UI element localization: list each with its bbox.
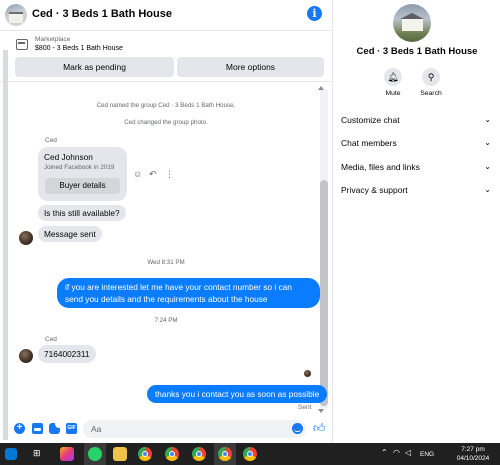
chrome-icon[interactable] — [192, 447, 206, 461]
chrome-icon[interactable] — [243, 447, 257, 461]
system-message: Ced changed the group photo. — [124, 119, 208, 126]
sender-name: Ced — [45, 336, 57, 343]
chevron-down-icon: ⌄ — [484, 115, 491, 124]
section-label: Chat members — [341, 138, 397, 148]
scroll-up-arrow-icon[interactable] — [318, 86, 324, 90]
chat-window: Ced · 3 Beds 1 Bath House i Marketplace … — [0, 0, 332, 443]
chevron-down-icon: ⌄ — [484, 162, 491, 171]
emoji-icon[interactable] — [292, 423, 303, 434]
buyer-details-button[interactable]: Buyer details — [45, 178, 120, 194]
scroll-down-arrow-icon[interactable] — [318, 409, 324, 413]
chat-title[interactable]: Ced · 3 Beds 1 Bath House — [32, 8, 172, 20]
chevron-down-icon: ⌄ — [484, 138, 491, 147]
info-icon[interactable]: i — [307, 6, 322, 21]
section-customize-chat[interactable]: Customize chat ⌄ — [341, 115, 491, 131]
sender-avatar[interactable] — [19, 231, 33, 245]
marketplace-icon — [16, 39, 28, 50]
clock-time: 7:27 pm — [461, 446, 485, 453]
thumbs-up-icon[interactable]: 👍︎ — [313, 421, 326, 436]
mark-as-pending-button[interactable]: Mark as pending — [15, 57, 174, 77]
chrome-icon[interactable] — [165, 447, 179, 461]
windows-taskbar: ⊞ ⌃ ◠ ◁ ENG — [0, 443, 500, 465]
reply-icon[interactable]: ↶ — [149, 169, 157, 180]
language-indicator[interactable]: ENG — [420, 451, 434, 458]
message-bubble-incoming[interactable]: 7164002311 — [38, 345, 96, 363]
section-label: Media, files and links — [341, 162, 420, 172]
chevron-down-icon: ⌄ — [484, 185, 491, 194]
section-media-files-links[interactable]: Media, files and links ⌄ — [341, 162, 491, 178]
chrome-icon[interactable] — [218, 447, 232, 461]
wifi-icon[interactable]: ◠ — [393, 448, 400, 457]
group-photo[interactable] — [393, 4, 431, 42]
timestamp: Wed 8:31 PM — [147, 259, 185, 266]
marketplace-label: Marketplace — [35, 36, 71, 43]
chrome-icon[interactable] — [138, 447, 152, 461]
task-view-icon[interactable]: ⊞ — [33, 448, 41, 459]
sender-avatar[interactable] — [19, 349, 33, 363]
react-emoji-icon[interactable]: ☺ — [133, 169, 142, 179]
chevron-up-icon[interactable]: ⌃ — [381, 448, 388, 457]
whatsapp-icon[interactable] — [88, 447, 102, 461]
section-privacy-support[interactable]: Privacy & support ⌄ — [341, 185, 491, 201]
plus-icon[interactable]: + — [14, 423, 25, 434]
volume-icon[interactable]: ◁ — [405, 448, 411, 457]
message-status: Sent — [298, 404, 312, 411]
chat-header: Ced · 3 Beds 1 Bath House i — [0, 0, 332, 31]
buyer-joined: Joined Facebook in 2019 — [44, 164, 115, 171]
buyer-profile-card: Ced Johnson Joined Facebook in 2019 Buye… — [38, 147, 127, 201]
system-message: Ced named the group Ced · 3 Beds 1 Bath … — [96, 102, 236, 109]
file-explorer-icon[interactable] — [113, 447, 127, 461]
clock-date: 04/10/2024 — [456, 455, 490, 462]
group-avatar[interactable] — [5, 4, 27, 26]
conversation-info-panel: Ced · 3 Beds 1 Bath House 🔔︎ Mute ⚲ Sear… — [332, 0, 500, 443]
timestamp: 7:24 PM — [154, 317, 178, 324]
app-icon[interactable] — [60, 447, 74, 461]
mute-label[interactable]: Mute — [373, 90, 413, 97]
section-label: Customize chat — [341, 115, 400, 125]
message-bubble-outgoing[interactable]: thanks you i contact you as soon as poss… — [147, 385, 328, 403]
more-actions-icon[interactable]: ⋮ — [165, 169, 174, 180]
section-chat-members[interactable]: Chat members ⌄ — [341, 138, 491, 154]
section-label: Privacy & support — [341, 185, 408, 195]
search-label[interactable]: Search — [411, 90, 451, 97]
marketplace-bar: Marketplace $800 - 3 Beds 1 Bath House M… — [0, 31, 332, 82]
more-options-button[interactable]: More options — [177, 57, 324, 77]
composer-bar: + GIF Aa 👍︎ — [0, 417, 332, 443]
message-input[interactable]: Aa — [83, 420, 306, 438]
photo-icon[interactable] — [32, 423, 43, 434]
bell-icon[interactable]: 🔔︎ — [384, 68, 402, 86]
sender-name: Ced — [45, 137, 57, 144]
sticker-icon[interactable] — [49, 423, 60, 434]
message-bubble-incoming[interactable]: Message sent — [38, 226, 102, 242]
taskbar-clock[interactable]: 7:27 pm 04/10/2024 — [453, 445, 493, 463]
start-icon[interactable] — [5, 448, 17, 460]
message-bubble-outgoing[interactable]: if you are interested let me have your c… — [57, 278, 320, 308]
panel-title: Ced · 3 Beds 1 Bath House — [356, 46, 478, 57]
read-receipt-avatar — [304, 370, 311, 377]
listing-info[interactable]: $800 - 3 Beds 1 Bath House — [35, 45, 123, 52]
search-icon[interactable]: ⚲ — [422, 68, 440, 86]
buyer-name: Ced Johnson — [44, 152, 93, 162]
gif-icon[interactable]: GIF — [66, 423, 77, 434]
scrollbar-thumb[interactable] — [320, 180, 328, 406]
message-bubble-incoming[interactable]: Is this still available? — [38, 205, 126, 221]
